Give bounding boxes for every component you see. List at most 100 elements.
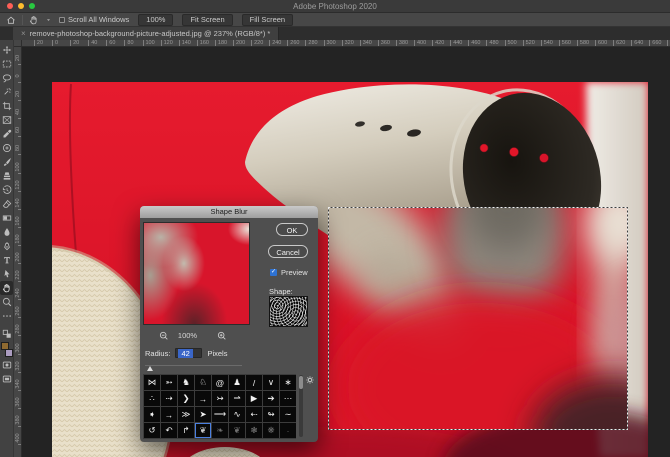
zoom-100-button[interactable]: 100% (138, 14, 173, 26)
marquee-tool[interactable] (0, 57, 13, 71)
healing-brush-tool[interactable] (0, 141, 13, 155)
path-selection-tool[interactable] (0, 267, 13, 281)
h-ruler-label: 440 (450, 40, 462, 47)
scroll-all-windows-option[interactable]: Scroll All Windows (59, 15, 129, 24)
shape-option-triangle-arrow[interactable]: ▶ (246, 391, 262, 406)
magic-wand-tool[interactable] (0, 85, 13, 99)
slider-thumb[interactable] (147, 366, 153, 371)
h-ruler-label: 200 (233, 40, 245, 47)
quick-mask-button[interactable] (0, 358, 13, 372)
shape-option-bird[interactable]: ∨ (263, 375, 279, 390)
shape-option-curve-arrow-ccw[interactable]: ↺ (144, 423, 160, 438)
shape-option-ornament-1[interactable]: ❦ (195, 423, 211, 438)
workspace: 2002040608010012014016018020022024026028… (0, 40, 670, 457)
shape-option-rabbit[interactable]: ♟ (229, 375, 245, 390)
shape-option-ornament-2[interactable]: ❧ (212, 423, 228, 438)
document-tab-title: remove-photoshop-background-picture-adju… (30, 29, 271, 38)
document-tab[interactable]: × remove-photoshop-background-picture-ad… (13, 27, 279, 40)
zoom-in-icon[interactable] (217, 331, 227, 343)
preview-option[interactable]: ✓ Preview (270, 268, 308, 277)
scroll-all-windows-checkbox[interactable] (59, 17, 65, 23)
shape-option-dashed-arrow[interactable]: ⇢ (161, 391, 177, 406)
shape-option-arrow-tail[interactable]: ↣ (212, 391, 228, 406)
shape-option-ornament-6[interactable]: ∙ (280, 423, 296, 438)
pen-tool[interactable] (0, 239, 13, 253)
shape-option-wave-dashes[interactable]: ∿ (229, 407, 245, 422)
gear-icon[interactable] (305, 375, 315, 385)
background-color-swatch[interactable] (5, 349, 13, 357)
close-tab-icon[interactable]: × (21, 29, 26, 38)
foreground-color-swatch[interactable] (1, 342, 9, 350)
fit-screen-button[interactable]: Fit Screen (182, 14, 232, 26)
shape-option-dashes[interactable]: ⋯ (280, 391, 296, 406)
h-ruler-label: 0 (52, 40, 58, 47)
home-icon[interactable] (5, 14, 17, 26)
crop-tool[interactable] (0, 99, 13, 113)
eyedropper-tool[interactable] (0, 127, 13, 141)
shape-option-dog[interactable]: ♘ (195, 375, 211, 390)
radius-input[interactable]: 42 (175, 348, 202, 358)
edit-toolbar[interactable] (0, 309, 13, 323)
preview-checkbox[interactable]: ✓ (270, 269, 277, 276)
shape-option-dashed-arrow-left[interactable]: ⇠ (246, 407, 262, 422)
v-ruler-tick (18, 118, 21, 119)
shape-option-double-chevron-arrow[interactable]: ≫ (178, 407, 194, 422)
shape-option-corner-arrow[interactable]: ↱ (178, 423, 194, 438)
shape-option-ornament-4[interactable]: ❃ (246, 423, 262, 438)
dialog-title[interactable]: Shape Blur (140, 206, 318, 218)
shape-option-thin-arrow[interactable]: → (195, 391, 211, 406)
shape-option-short-arrow[interactable]: → (161, 407, 177, 422)
gradient-tool[interactable] (0, 211, 13, 225)
move-tool[interactable] (0, 43, 13, 57)
shape-option-bone[interactable]: ⋈ (144, 375, 160, 390)
shape-option-wide-block-arrow[interactable]: ➤ (195, 407, 211, 422)
scrollbar-thumb[interactable] (299, 376, 303, 389)
shape-option-ornament-5[interactable]: ❋ (263, 423, 279, 438)
type-tool[interactable] (0, 253, 13, 267)
shape-option-heavy-arrow[interactable]: ➔ (263, 391, 279, 406)
chevron-down-icon[interactable] (45, 14, 52, 26)
default-colors[interactable] (0, 327, 13, 341)
zoom-tool[interactable] (0, 295, 13, 309)
hand-tool-icon[interactable] (28, 14, 40, 26)
ok-button[interactable]: OK (276, 223, 308, 236)
h-ruler-label: 220 (251, 40, 263, 47)
shape-option-hook-arrow[interactable]: ↬ (263, 407, 279, 422)
preview-zoom-controls: 100% (140, 331, 253, 341)
brush-tool[interactable] (0, 155, 13, 169)
document-tab-bar: × remove-photoshop-background-picture-ad… (0, 27, 670, 40)
shape-option-wave[interactable]: ∼ (280, 407, 296, 422)
eraser-tool[interactable] (0, 197, 13, 211)
v-ruler-label: 300 (15, 342, 21, 354)
fill-screen-button[interactable]: Fill Screen (242, 14, 293, 26)
shape-option-paw-print[interactable]: ∗ (280, 375, 296, 390)
hand-tool[interactable] (0, 281, 13, 295)
h-ruler-label: 140 (179, 40, 191, 47)
screen-mode-button[interactable] (0, 372, 13, 386)
shape-option-block-arrow[interactable]: ➧ (144, 407, 160, 422)
history-brush-tool[interactable] (0, 183, 13, 197)
v-ruler-tick (18, 82, 21, 83)
shape-option-fish-arrow[interactable]: ➳ (161, 375, 177, 390)
shape-grid-scrollbar[interactable] (299, 375, 303, 437)
lasso-tool[interactable] (0, 71, 13, 85)
cancel-button[interactable]: Cancel (268, 245, 308, 258)
blur-preview-thumbnail[interactable] (143, 222, 250, 325)
shape-option-snail[interactable]: @ (212, 375, 228, 390)
frame-tool[interactable] (0, 113, 13, 127)
shape-option-cat[interactable]: ♞ (178, 375, 194, 390)
h-ruler-label: 560 (559, 40, 571, 47)
radius-slider[interactable] (145, 365, 242, 371)
blur-tool[interactable] (0, 225, 13, 239)
shape-option-curve-arrow-cw[interactable]: ↶ (161, 423, 177, 438)
shape-option-slash[interactable]: / (246, 375, 262, 390)
color-swatches[interactable] (1, 342, 13, 357)
shape-option-ornament-3[interactable]: ❦ (229, 423, 245, 438)
shape-option-long-arrow[interactable]: ⟶ (212, 407, 228, 422)
shape-option-chevron[interactable]: ❯ (178, 391, 194, 406)
h-ruler-label: 240 (269, 40, 281, 47)
shape-option-half-arrow[interactable]: ⇀ (229, 391, 245, 406)
v-ruler-label: 0 (15, 70, 21, 82)
clone-stamp-tool[interactable] (0, 169, 13, 183)
shape-option-paw-print-2[interactable]: ∴ (144, 391, 160, 406)
